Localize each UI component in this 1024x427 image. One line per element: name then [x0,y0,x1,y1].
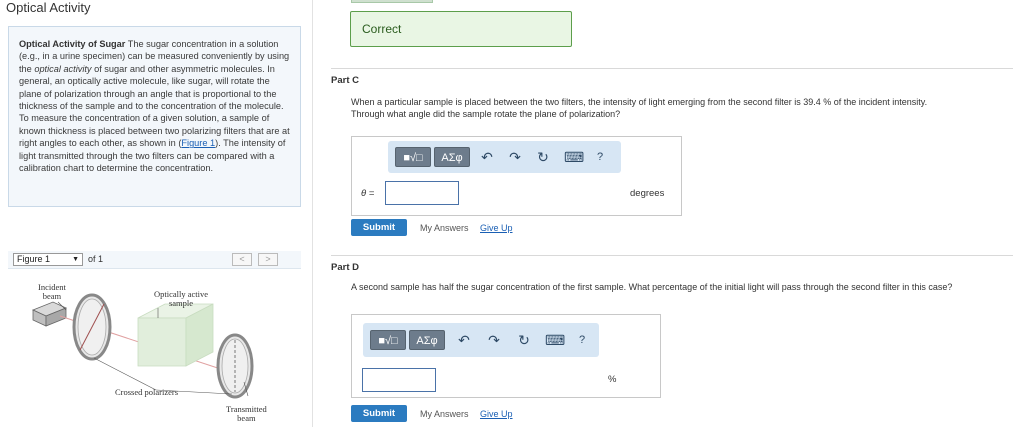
part-d-answer-input[interactable] [362,368,436,392]
greek-button[interactable]: ΑΣφ [434,147,470,167]
template-button[interactable]: ■√□ [395,147,431,167]
intro-italic: optical activity [34,63,92,74]
undo-icon[interactable]: ↶ [455,330,473,350]
part-c-question-line-2: Through what angle did the sample rotate… [351,108,621,119]
help-icon[interactable]: ? [573,330,591,350]
part-d-give-up-link[interactable]: Give Up [480,409,513,419]
part-d-answer-box: ■√□ ΑΣφ ↶ ↷ ↻ ⌨ ? % [351,314,661,398]
previous-part-tab [351,0,433,3]
part-d-math-toolbar: ■√□ ΑΣφ ↶ ↷ ↻ ⌨ ? [363,323,599,357]
figure-illustration: Incident beam Optically active sample Cros… [8,270,301,427]
help-icon[interactable]: ? [591,147,609,167]
light-source-icon [31,301,68,327]
part-c-label: Part C [331,75,359,86]
crossed-polarizers-label: Crossed polarizers [115,387,179,397]
figure-link[interactable]: Figure 1 [181,138,215,148]
first-polarizer [72,293,112,361]
second-polarizer [216,333,254,399]
transmitted-beam-label: Transmitted beam [226,404,267,423]
theta-label: θ = [361,188,375,199]
figure-prev-button[interactable]: < [232,253,252,266]
undo-icon[interactable]: ↶ [478,147,496,167]
keyboard-icon[interactable]: ⌨ [564,147,584,167]
intro-text-2: of sugar and other asymmetric molecules.… [19,63,290,149]
feedback-correct: Correct [350,11,572,47]
part-d-divider [331,255,1013,256]
chevron-down-icon: ▼ [72,256,79,263]
part-c-math-toolbar: ■√□ ΑΣφ ↶ ↷ ↻ ⌨ ? [388,141,621,173]
sample-cube [137,303,214,367]
part-d-label: Part D [331,262,359,273]
part-d-submit-button[interactable]: Submit [351,405,407,422]
part-d-my-answers: My Answers [420,409,469,419]
reset-icon[interactable]: ↻ [534,147,552,167]
column-divider [312,0,313,427]
page-title: Optical Activity [6,0,91,15]
reset-icon[interactable]: ↻ [515,330,533,350]
part-c-question-line-1: When a particular sample is placed betwe… [351,97,928,107]
part-c-my-answers: My Answers [420,223,469,233]
part-c-give-up-link[interactable]: Give Up [480,223,513,233]
part-c-question: When a particular sample is placed betwe… [351,97,1001,120]
intro-title: Optical Activity of Sugar [19,39,126,49]
greek-button[interactable]: ΑΣφ [409,330,445,350]
part-c-submit-button[interactable]: Submit [351,219,407,236]
intro-panel: Optical Activity of Sugar The sugar conc… [8,26,301,207]
part-c-answer-input[interactable] [385,181,459,205]
redo-icon[interactable]: ↷ [506,147,524,167]
figure-toolbar: Figure 1 ▼ of 1 < > [8,251,301,269]
incident-beam-label: Incident beam [38,282,66,301]
figure-select-value: Figure 1 [17,254,51,264]
figure-next-button[interactable]: > [258,253,278,266]
part-c-answer-box: ■√□ ΑΣφ ↶ ↷ ↻ ⌨ ? θ = degrees [351,136,682,216]
figure-count: of 1 [88,254,104,264]
sample-label: Optically active sample [153,289,209,308]
figure-select[interactable]: Figure 1 ▼ [13,253,83,266]
keyboard-icon[interactable]: ⌨ [545,330,565,350]
degrees-unit: degrees [630,188,665,199]
part-c-divider [331,68,1013,69]
percent-unit: % [608,374,617,385]
redo-icon[interactable]: ↷ [485,330,503,350]
part-d-question: A second sample has half the sugar conce… [351,282,953,292]
template-button[interactable]: ■√□ [370,330,406,350]
